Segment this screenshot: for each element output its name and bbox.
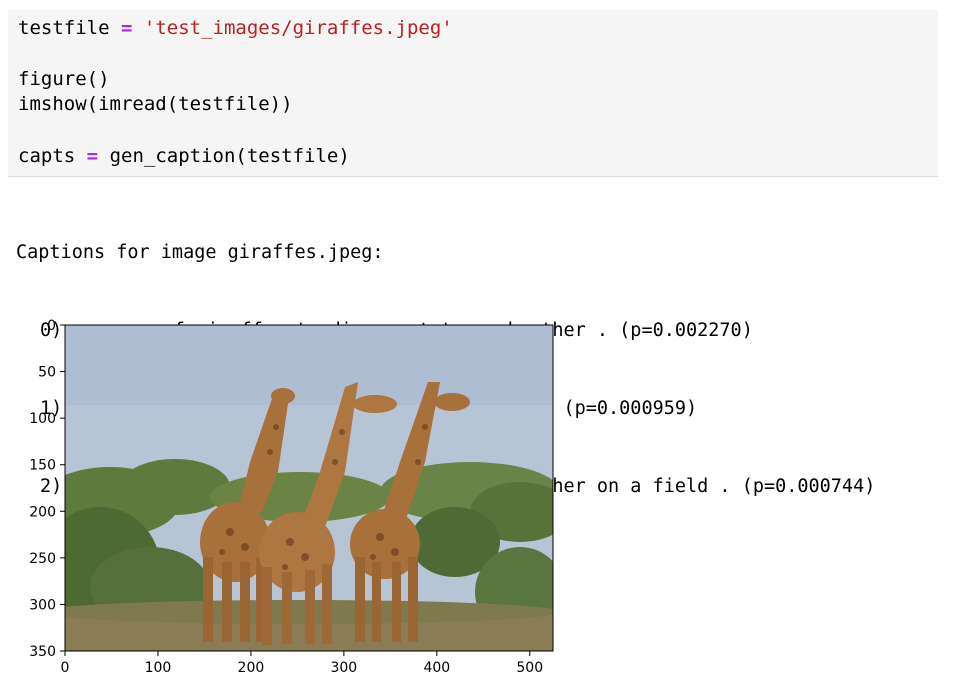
code-assign-op: =	[120, 17, 133, 39]
photo-sky-top	[65, 325, 553, 405]
x-axis: 0 100 200 300 400 500	[61, 651, 543, 676]
x-tick-label: 400	[423, 660, 450, 676]
code-string-path: 'test_images/giraffes.jpeg'	[143, 17, 453, 39]
x-tick-label: 100	[145, 660, 172, 676]
x-tick-label: 200	[238, 660, 265, 676]
image-plot: 0 100 200 300 400 500 0 50 100 150 200 250 300 350	[29, 318, 554, 676]
code-assign-op: =	[86, 145, 99, 167]
y-tick-label: 100	[29, 411, 56, 427]
giraffe-photo	[65, 325, 553, 651]
code-line-2: figure()	[18, 68, 110, 90]
code-cell[interactable]: testfile = 'test_images/giraffes.jpeg' f…	[8, 10, 938, 177]
x-tick-label: 500	[516, 660, 543, 676]
code-var-capts: capts	[18, 145, 76, 167]
y-tick-label: 50	[38, 365, 56, 381]
x-tick-label: 300	[330, 660, 357, 676]
x-tick-label: 0	[61, 660, 70, 676]
y-axis: 0 50 100 150 200 250 300 350	[29, 318, 65, 660]
y-tick-label: 250	[29, 551, 56, 567]
code-line-1: testfile = 'test_images/giraffes.jpeg'	[18, 16, 453, 40]
y-tick-label: 0	[47, 318, 56, 334]
y-tick-label: 350	[29, 644, 56, 660]
y-tick-label: 150	[29, 458, 56, 474]
code-line-4: capts = gen_caption(testfile)	[18, 144, 350, 168]
code-call-gen-caption: gen_caption(testfile)	[109, 145, 350, 167]
code-line-3: imshow(imread(testfile))	[18, 93, 293, 115]
code-var-testfile: testfile	[18, 17, 110, 39]
y-tick-label: 200	[29, 504, 56, 520]
y-tick-label: 300	[29, 597, 56, 613]
output-header: Captions for image giraffes.jpeg:	[16, 242, 384, 263]
